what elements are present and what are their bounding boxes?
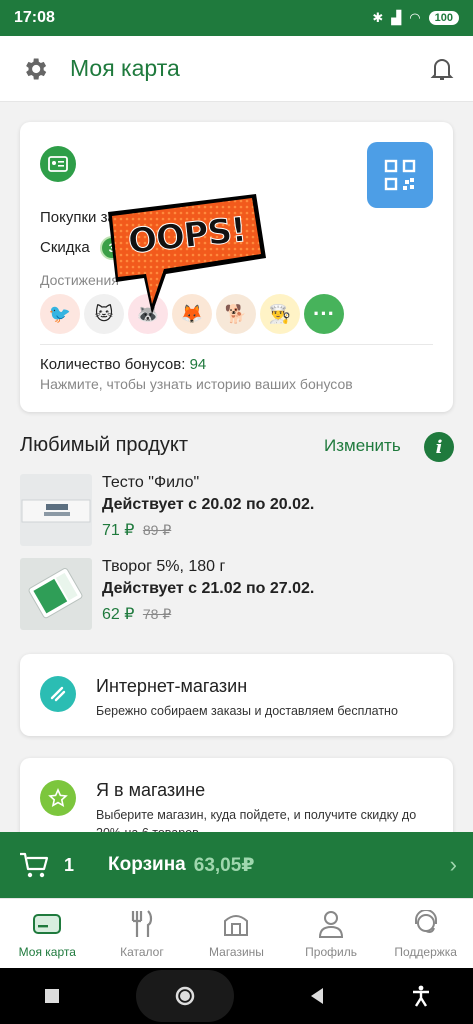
cart-label: Корзина bbox=[108, 854, 186, 875]
bonus-row[interactable]: Количество бонусов: 94 bbox=[40, 356, 206, 373]
chevron-right-icon: › bbox=[449, 852, 457, 877]
favorite-product-2[interactable]: Творог 5%, 180 г Действует с 21.02 по 27… bbox=[20, 558, 453, 632]
headset-icon bbox=[410, 909, 442, 939]
online-store-title: Интернет-магазин bbox=[96, 676, 248, 696]
online-store-subtitle: Бережно собираем заказы и доставляем бес… bbox=[96, 704, 398, 718]
favorites-title: Любимый продукт bbox=[20, 434, 189, 456]
product-name: Творог 5%, 180 г bbox=[102, 558, 226, 575]
wifi-icon: ◠ bbox=[409, 10, 421, 25]
cart-icon bbox=[18, 849, 50, 881]
cart-count: 1 bbox=[64, 854, 75, 875]
person-icon bbox=[315, 909, 347, 939]
product-validity: Действует с 20.02 по 20.02. bbox=[102, 496, 315, 513]
star-icon bbox=[40, 780, 76, 816]
change-favorite-link[interactable]: Изменить bbox=[324, 436, 401, 456]
discount-label: Скидка bbox=[40, 238, 90, 256]
store-icon bbox=[220, 909, 252, 939]
tab-label: Магазины bbox=[209, 944, 264, 959]
delivery-icon bbox=[40, 676, 76, 712]
current-price: 62 ₽ bbox=[102, 606, 135, 623]
divider bbox=[40, 344, 433, 345]
recents-button[interactable] bbox=[32, 976, 72, 1016]
id-card-icon bbox=[40, 146, 76, 182]
favorite-product-1[interactable]: Тесто "Фило" Действует с 20.02 по 20.02.… bbox=[20, 474, 453, 548]
tab-label: Поддержка bbox=[394, 944, 457, 959]
bonus-label: Количество бонусов: bbox=[40, 356, 186, 373]
tab-label: Профиль bbox=[305, 944, 357, 959]
card-icon bbox=[31, 909, 63, 939]
battery-icon: 100 bbox=[428, 11, 459, 25]
old-price: 78 ₽ bbox=[142, 606, 172, 622]
current-price: 71 ₽ bbox=[102, 522, 135, 539]
accessibility-icon[interactable] bbox=[401, 976, 441, 1016]
tab-stores[interactable]: Магазины bbox=[189, 899, 284, 968]
product-validity: Действует с 21.02 по 27.02. bbox=[102, 580, 315, 597]
tab-support[interactable]: Поддержка bbox=[378, 899, 473, 968]
back-button[interactable] bbox=[297, 976, 337, 1016]
home-button[interactable] bbox=[135, 970, 234, 1022]
tab-label: Каталог bbox=[120, 944, 164, 959]
info-icon[interactable]: i bbox=[424, 432, 454, 462]
bonus-hint[interactable]: Нажмите, чтобы узнать историю ваших бону… bbox=[40, 376, 353, 392]
tab-my-card[interactable]: Моя карта bbox=[0, 899, 95, 968]
status-icons: ✱ ▟ ◠ 100 bbox=[372, 10, 459, 26]
qr-code-button[interactable] bbox=[367, 142, 433, 208]
tab-catalog[interactable]: Каталог bbox=[95, 899, 190, 968]
more-achievements-button[interactable]: ··· bbox=[304, 294, 344, 334]
tab-profile[interactable]: Профиль bbox=[284, 899, 379, 968]
cart-bar[interactable]: 1 Корзина 63,05₽ › bbox=[0, 832, 473, 898]
status-bar: 17:08 ✱ ▟ ◠ 100 bbox=[0, 0, 473, 36]
cart-total: 63,05₽ bbox=[193, 854, 255, 876]
bird-achievement-icon[interactable]: 🐦 bbox=[40, 294, 80, 334]
bonus-value: 94 bbox=[189, 356, 207, 373]
loyalty-card[interactable]: Покупки за 2 дня: 0 ₽ Скидка 3 Достижени… bbox=[20, 122, 453, 412]
system-nav-bar bbox=[0, 968, 473, 1024]
product-image-tvorog bbox=[20, 558, 92, 630]
gear-icon[interactable] bbox=[18, 52, 52, 86]
product-name: Тесто "Фило" bbox=[102, 474, 200, 491]
oops-overlay: OOPS! bbox=[106, 192, 294, 320]
in-store-title: Я в магазине bbox=[96, 780, 206, 800]
old-price: 89 ₽ bbox=[142, 522, 172, 538]
bottom-tab-bar: Моя карта Каталог Магазины Профиль Подде… bbox=[0, 898, 473, 968]
product-price: 62 ₽ 78 ₽ bbox=[102, 604, 171, 624]
online-store-card[interactable]: Интернет-магазин Бережно собираем заказы… bbox=[20, 654, 453, 736]
page-title: Моя карта bbox=[70, 55, 180, 81]
product-price: 71 ₽ 89 ₽ bbox=[102, 520, 171, 540]
status-time: 17:08 bbox=[14, 9, 55, 26]
qr-code-icon bbox=[384, 159, 416, 191]
bluetooth-icon: ✱ bbox=[372, 10, 384, 25]
tab-label: Моя карта bbox=[18, 944, 76, 959]
product-image-filo bbox=[20, 474, 92, 546]
app-header: Моя карта bbox=[0, 36, 473, 102]
cutlery-icon bbox=[126, 909, 158, 939]
signal-icon: ▟ bbox=[391, 10, 402, 25]
bell-icon[interactable] bbox=[427, 54, 457, 84]
